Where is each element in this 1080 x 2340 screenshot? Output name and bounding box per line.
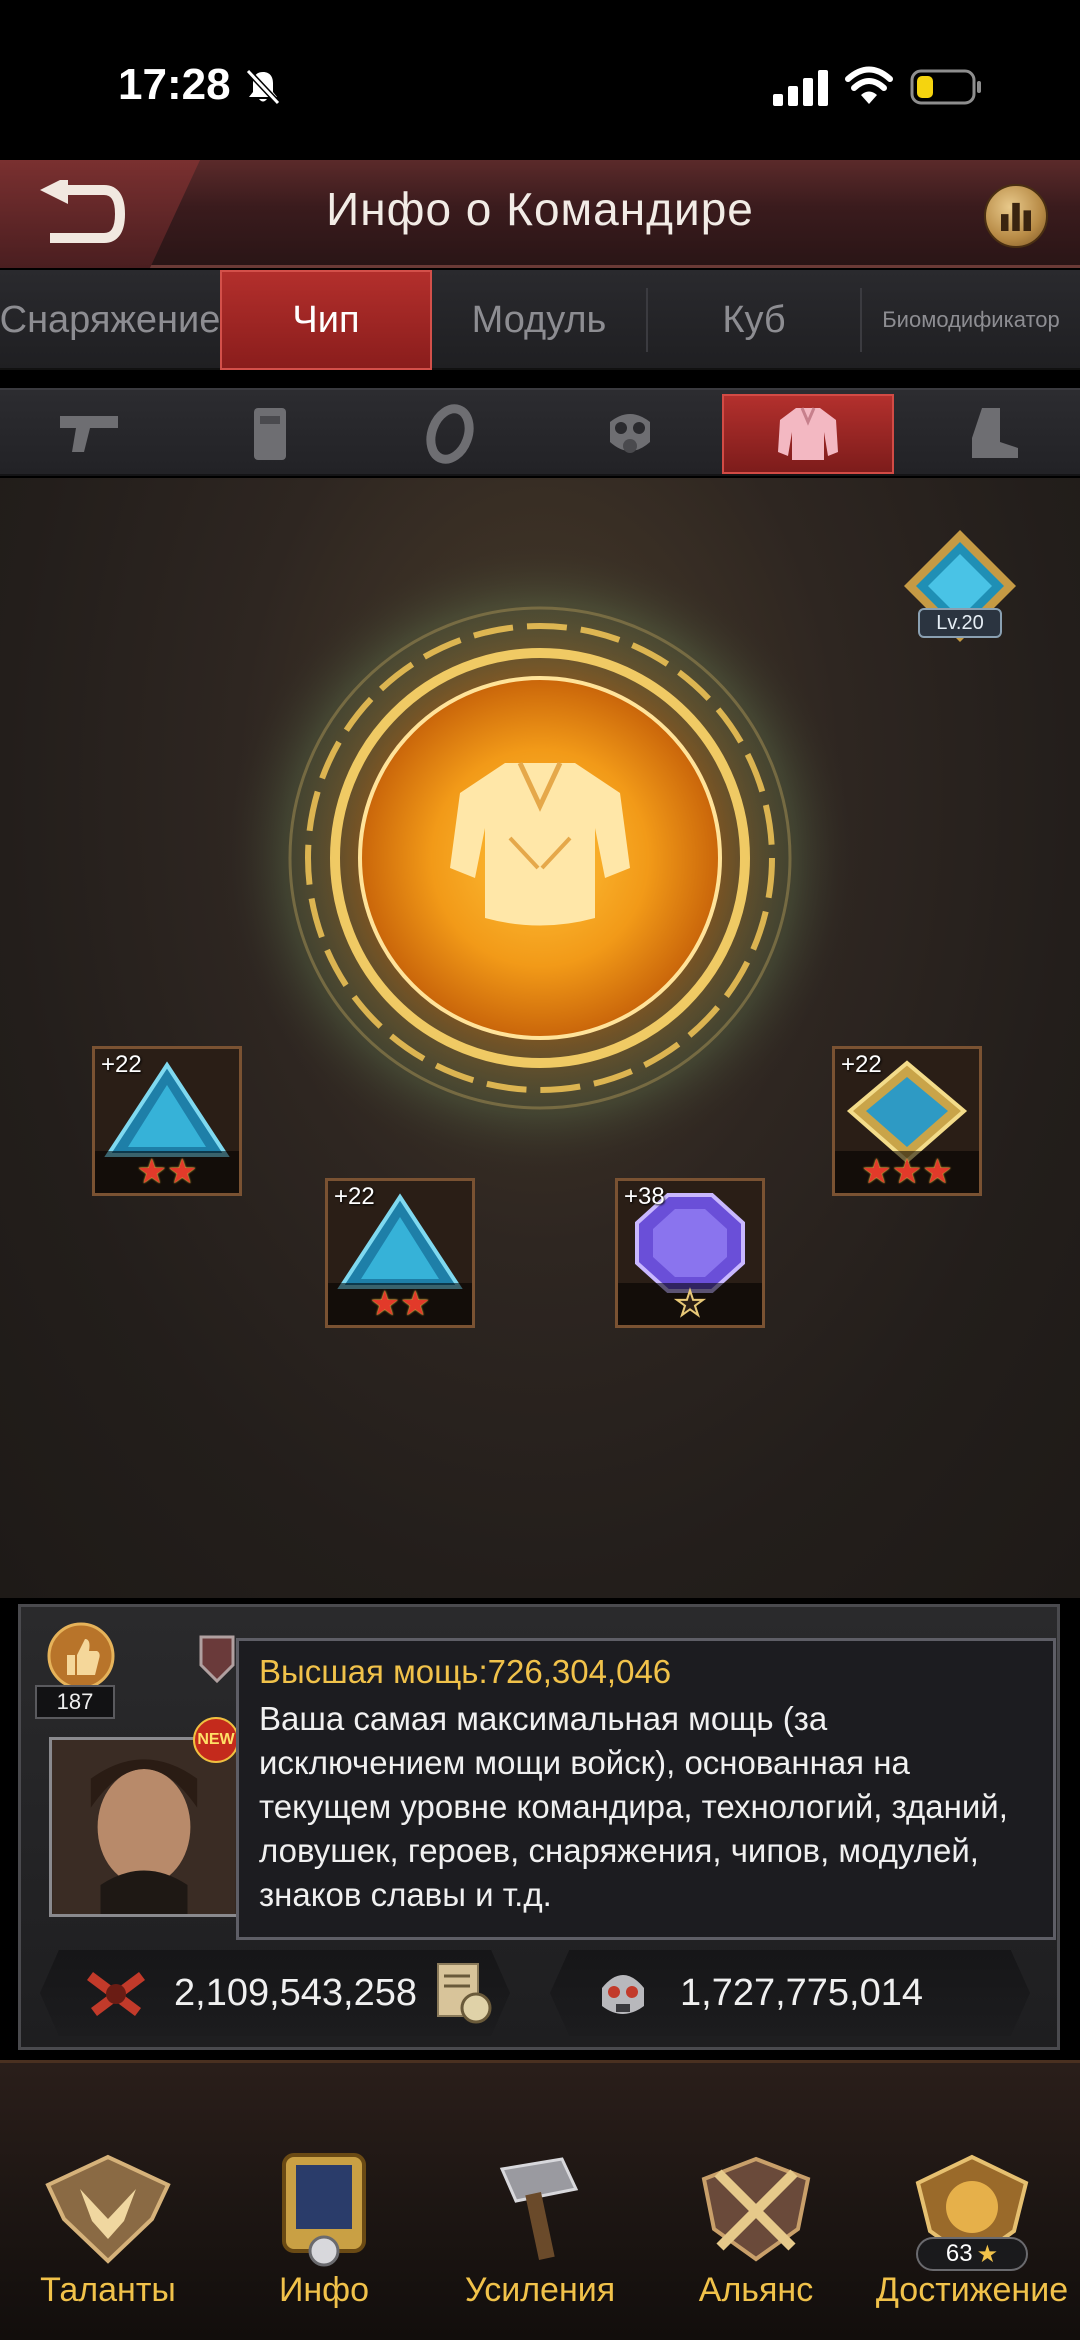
bell-slash-icon [245,68,281,106]
nav-boosts[interactable]: Усиления [432,2063,648,2340]
info-shield-icon [282,2153,366,2267]
wifi-icon [845,66,893,104]
stat-row: 2,109,543,258 1,727,775,014 [40,1950,1030,2040]
achievement-count: 63 ★ [916,2237,1028,2271]
crossed-guns-icon [87,1972,145,2016]
ring-icon [426,404,474,464]
commander-portrait [52,1740,236,1914]
sub-tab-boots[interactable] [900,394,1080,474]
stats-button[interactable] [984,184,1048,248]
chip-level: +22 [101,1051,142,1078]
kills-value: 1,727,775,014 [680,1972,924,2014]
chip-level: +38 [624,1183,665,1210]
new-badge: NEW [193,1717,239,1763]
nav-label: Таланты [40,2271,176,2309]
chip-slot[interactable]: +22 ★★ [325,1178,475,1328]
chip-level: +22 [841,1051,882,1078]
hammer-icon [499,2157,579,2260]
main-tabs: Снаряжение Чип Модуль Куб Биомодификатор [0,270,1080,370]
skull-mask-icon [602,1975,644,2014]
nav-label: Достижение [875,2271,1069,2309]
vest-icon [254,408,286,460]
eagle-emblem-icon [45,2154,171,2264]
avatar[interactable] [49,1737,239,1917]
bottom-nav: Таланты Инфо Усиления Альянс 63 ★ Достиже… [0,2060,1080,2340]
tab-biomodifier[interactable]: Биомодификатор [862,270,1080,370]
sub-tab-jacket[interactable] [722,394,894,474]
sub-tab-mask[interactable] [540,394,720,474]
power-tooltip: Высшая мощь:726,304,046 Ваша самая макси… [236,1638,1056,1940]
status-time: 17:28 [118,60,231,109]
rank-shield-icon [199,1635,235,1684]
chip-stars: ★★★ [835,1151,979,1193]
tab-module[interactable]: Модуль [432,270,646,370]
chip-slot[interactable]: +22 ★★ [92,1046,242,1196]
title-bar: Инфо о Командире [0,160,1080,268]
nav-label: Альянс [698,2271,814,2309]
nav-label: Инфо [278,2271,370,2309]
nav-alliance[interactable]: Альянс [648,2063,864,2340]
tooltip-title: Высшая мощь:726,304,046 [259,1653,672,1690]
sub-tab-weapon[interactable] [0,394,180,474]
chip-level: +22 [334,1183,375,1210]
tab-chip[interactable]: Чип [220,270,432,370]
chip-slot[interactable]: +22 ★★★ [832,1046,982,1196]
level-label: Lv.20 [918,608,1002,638]
power-info-icon[interactable] [436,1962,492,2024]
crossed-swords-icon [701,2156,811,2262]
sub-tab-armor[interactable] [180,394,360,474]
jacket-icon [778,407,838,460]
status-bar: 17:28 [0,0,1080,160]
chip-stars: ★★ [95,1151,239,1193]
tab-equipment[interactable]: Снаряжение [0,270,220,370]
signal-icon [773,70,828,106]
sub-tabs [0,388,1080,476]
power-value: 2,109,543,258 [174,1972,418,2014]
bar-chart-icon [1001,202,1031,231]
tooltip-body: Ваша самая максимальная мощь (за исключе… [259,1700,1008,1913]
chip-slot[interactable]: +38 ★ [615,1178,765,1328]
boot-icon [972,408,1018,458]
page-title: Инфо о Командире [326,183,754,235]
pistol-icon [60,416,118,452]
nav-talents[interactable]: Таланты [0,2063,216,2340]
chip-stage: Lv.20 +22 ★★ +22 ★★ +38 ★ +22 ★★★ [0,478,1080,1598]
chip-stars: ★ [618,1283,762,1325]
nav-info[interactable]: Инфо [216,2063,432,2340]
nav-label: Усиления [464,2271,616,2309]
chip-stars: ★★ [328,1283,472,1325]
tab-cube[interactable]: Куб [648,270,860,370]
like-count: 187 [35,1685,115,1719]
gas-mask-icon [610,414,650,453]
thumbs-up-icon[interactable] [41,1621,121,1691]
battery-low-icon [910,69,981,105]
jacket-core-orb[interactable] [220,538,860,1178]
level-badge-gem[interactable] [900,528,1020,658]
sub-tab-ring[interactable] [360,394,540,474]
nav-achievement[interactable]: 63 ★ Достижение [864,2063,1080,2340]
